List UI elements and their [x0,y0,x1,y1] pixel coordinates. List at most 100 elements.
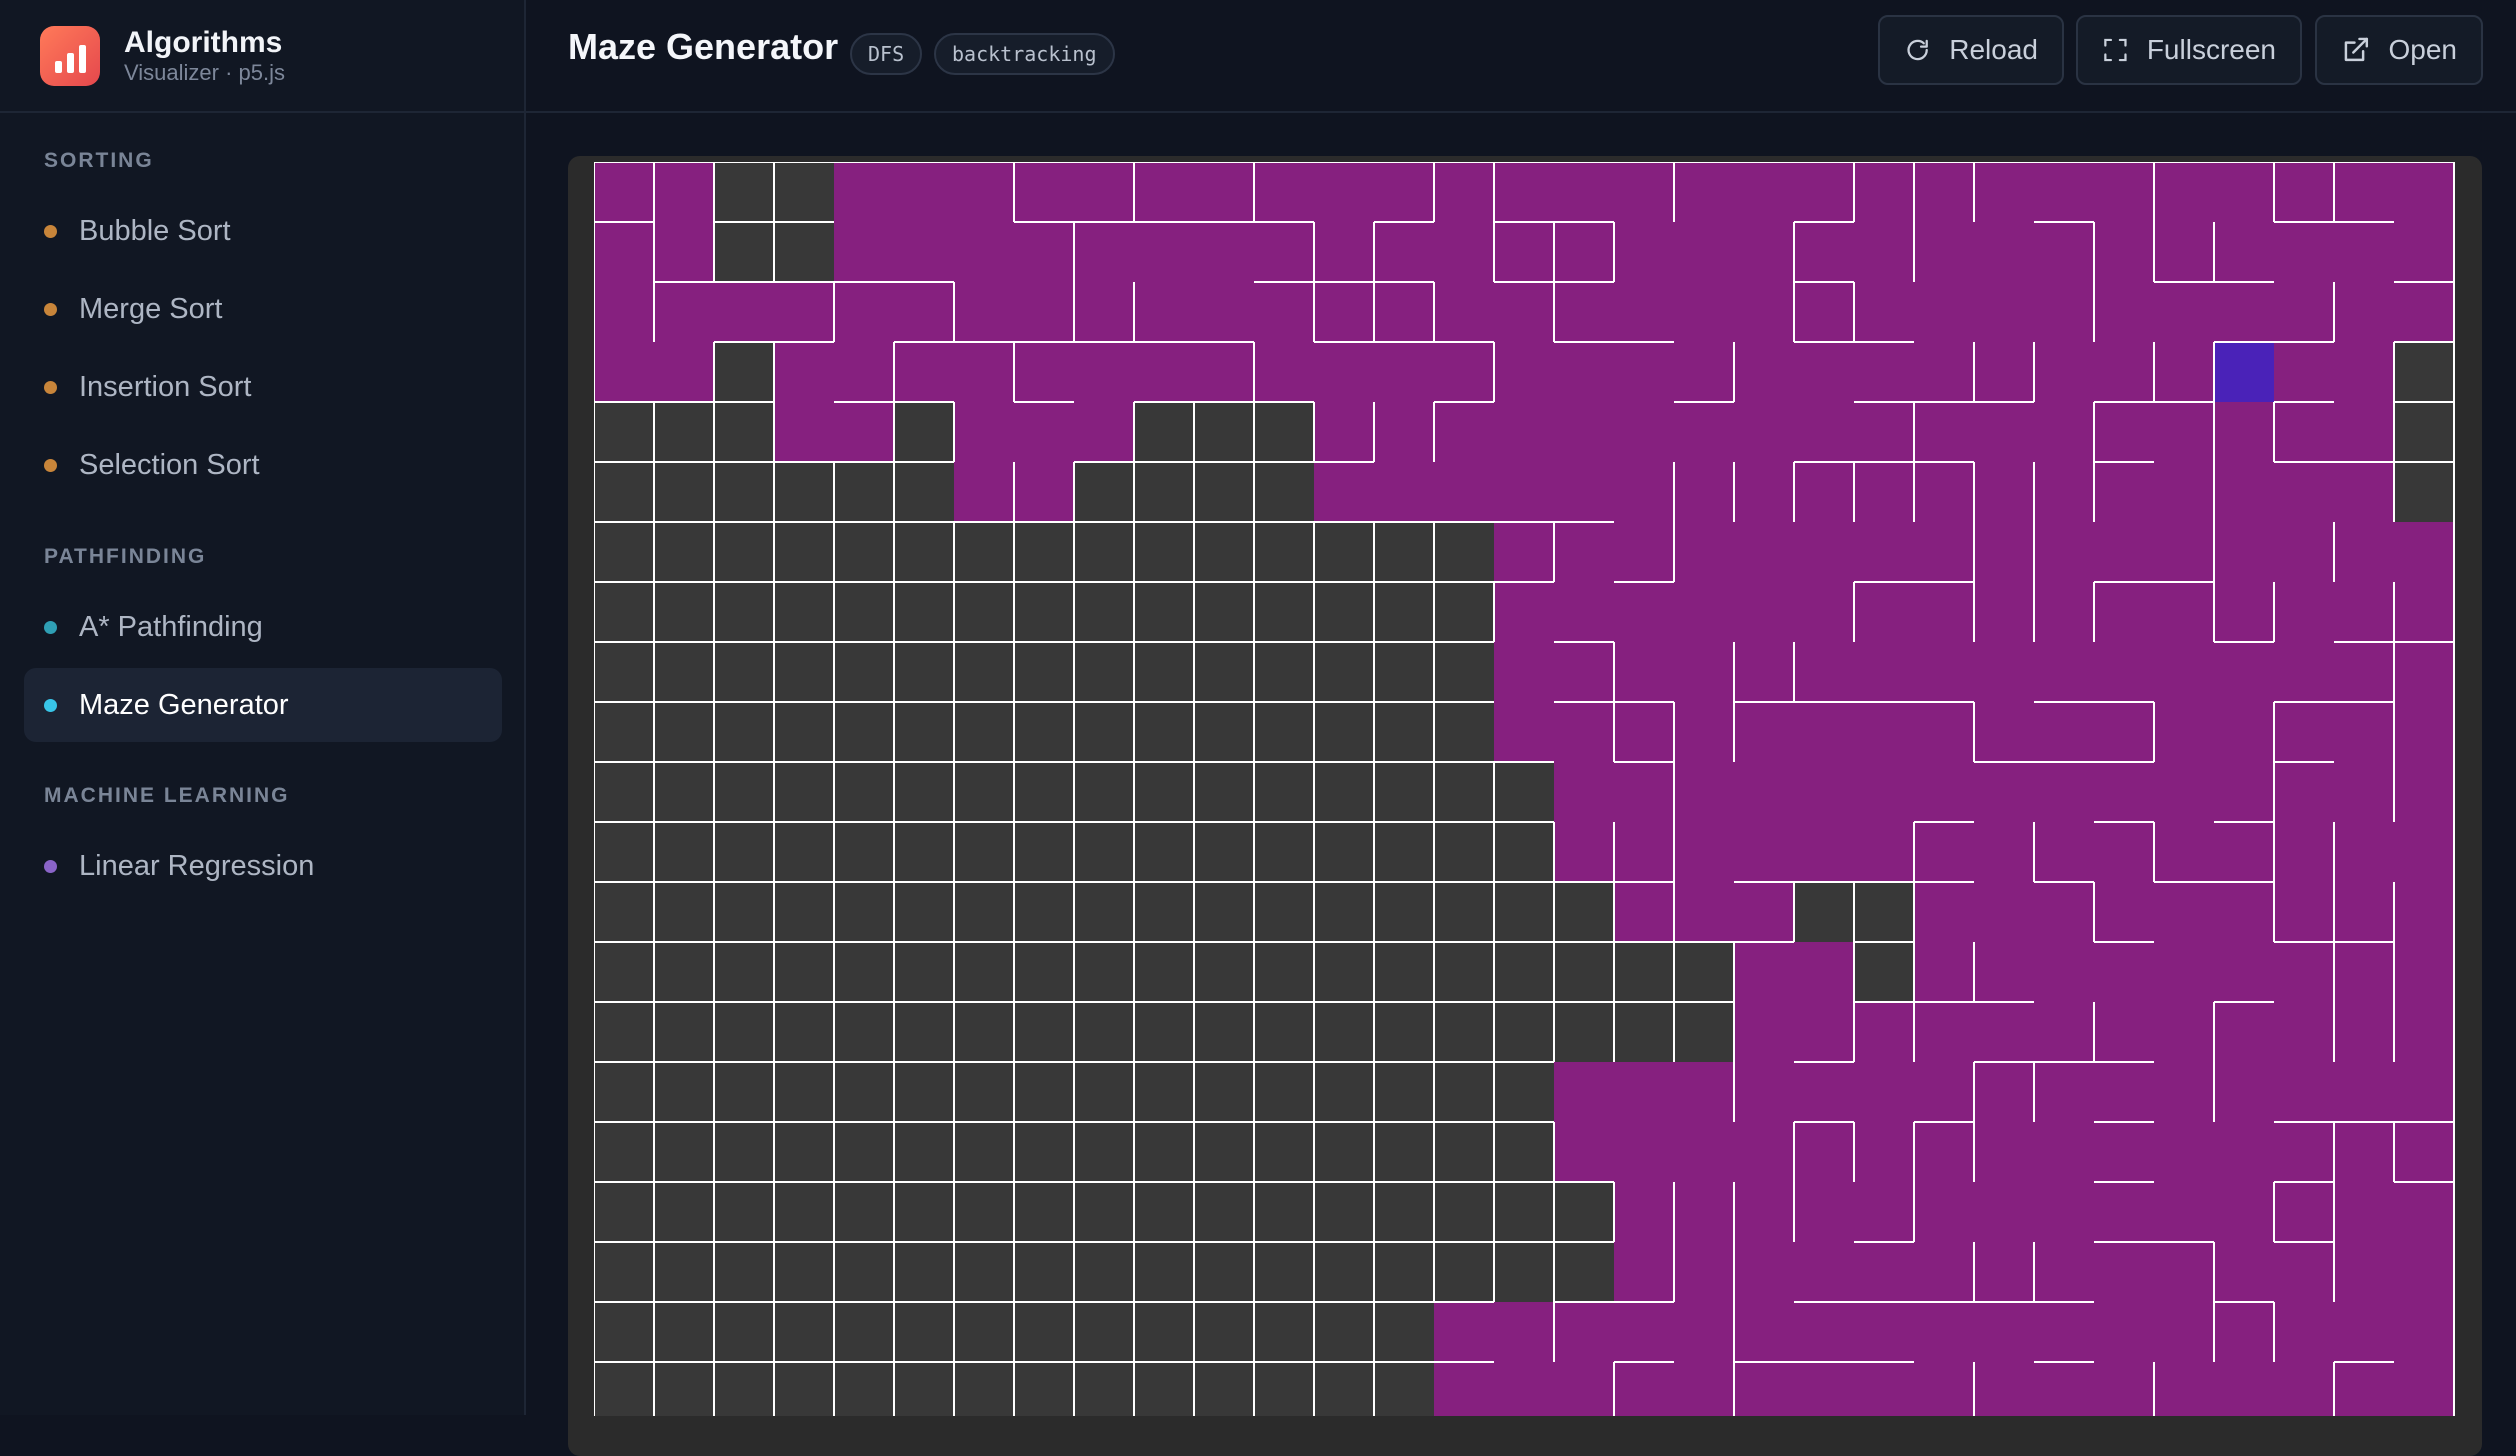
maze-cell [954,822,1014,882]
sidebar-item-merge-sort[interactable]: Merge Sort [24,272,502,346]
brand[interactable]: Algorithms Visualizer · p5.js [0,0,524,113]
maze-cell [954,942,1014,1002]
maze-cell [654,1302,714,1362]
maze-cell [834,1302,894,1362]
maze-cell [1494,1182,1554,1242]
maze-cell [1974,1122,2034,1182]
maze-cell [1254,222,1314,282]
maze-cell [594,582,654,642]
status-dot [44,224,57,238]
maze-cell [1614,642,1674,702]
maze-cell [2094,642,2154,702]
maze-cell [714,942,774,1002]
brand-title: Algorithms [124,25,283,59]
maze-cell [2334,762,2394,822]
sidebar-item-insertion-sort[interactable]: Insertion Sort [24,350,502,424]
maze-cell [894,762,954,822]
maze-cell [1434,582,1494,642]
maze-cell [834,882,894,942]
maze-cell [1014,462,1074,522]
maze-cell [714,1302,774,1362]
maze-cell [1194,342,1254,402]
maze-cell [1014,822,1074,882]
maze-cell [714,222,774,282]
maze-cell [1374,582,1434,642]
maze-cell [1974,762,2034,822]
maze-cell [1974,822,2034,882]
maze-cell [1494,1122,1554,1182]
maze-cell [2094,582,2154,642]
maze-cell [1014,522,1074,582]
maze-cell [2334,162,2394,222]
maze-cell [2094,882,2154,942]
maze-cell [1974,702,2034,762]
maze-cell [1014,282,1074,342]
maze-cell [2334,822,2394,882]
maze-cell [774,1362,834,1416]
maze-cell [714,1362,774,1416]
maze-cell [1674,1122,1734,1182]
maze-cell [1374,1122,1434,1182]
sidebar-item-selection-sort[interactable]: Selection Sort [24,428,502,502]
sidebar-item-maze-generator[interactable]: Maze Generator [24,668,502,742]
maze-cell [2274,1122,2334,1182]
maze-cell [774,822,834,882]
maze-cell [894,282,954,342]
maze-cell [1554,762,1614,822]
sidebar-item-label: Linear Regression [79,849,315,882]
maze-cell [834,1062,894,1122]
maze-cell [1854,402,1914,462]
maze-cell [894,462,954,522]
maze-cell [894,342,954,402]
maze-cell [654,522,714,582]
maze-cell [1254,942,1314,1002]
open-button[interactable]: Open [2315,15,2483,85]
maze-cell [1074,582,1134,642]
maze-cell [2394,1182,2454,1242]
maze-cell [1194,1242,1254,1302]
maze-cell [1974,162,2034,222]
maze-cell [1074,1242,1134,1302]
maze-cell [1314,1362,1374,1416]
maze-cell [1254,582,1314,642]
fullscreen-button[interactable]: Fullscreen [2076,15,2302,85]
maze-cell [834,1002,894,1062]
maze-cell [1914,582,1974,642]
maze-cell [2334,702,2394,762]
reload-button[interactable]: Reload [1878,15,2064,85]
status-dot [44,380,57,394]
maze-cell [2214,582,2274,642]
sidebar-item-linear-regression[interactable]: Linear Regression [24,829,502,903]
maze-canvas[interactable] [594,162,2456,1416]
maze-cell [2394,222,2454,282]
maze-cell [2034,582,2094,642]
maze-cell [1074,642,1134,702]
maze-cell [1434,702,1494,762]
maze-cell [594,702,654,762]
maze-cell [2154,822,2214,882]
maze-cell [1134,762,1194,822]
maze-cell [1074,1122,1134,1182]
maze-cell [2394,1242,2454,1302]
maze-cell [1794,222,1854,282]
maze-cell [1314,222,1374,282]
maze-cell [1854,222,1914,282]
maze-cell [1434,1002,1494,1062]
maze-cell [2394,522,2454,582]
maze-cell [1374,882,1434,942]
maze-cell [1194,702,1254,762]
maze-cell [894,882,954,942]
maze-cell [2094,1182,2154,1242]
sidebar-item-a-star[interactable]: A* Pathfinding [24,590,502,664]
maze-cell [1014,222,1074,282]
sidebar-item-label: Selection Sort [79,448,260,481]
maze-cell [1674,762,1734,822]
maze-cell [594,762,654,822]
maze-cell [1254,342,1314,402]
maze-cell [2034,1062,2094,1122]
maze-cell [2094,522,2154,582]
sidebar-item-bubble-sort[interactable]: Bubble Sort [24,194,502,268]
maze-cell [1374,222,1434,282]
maze-cell [1494,222,1554,282]
maze-cell [1974,1182,2034,1242]
